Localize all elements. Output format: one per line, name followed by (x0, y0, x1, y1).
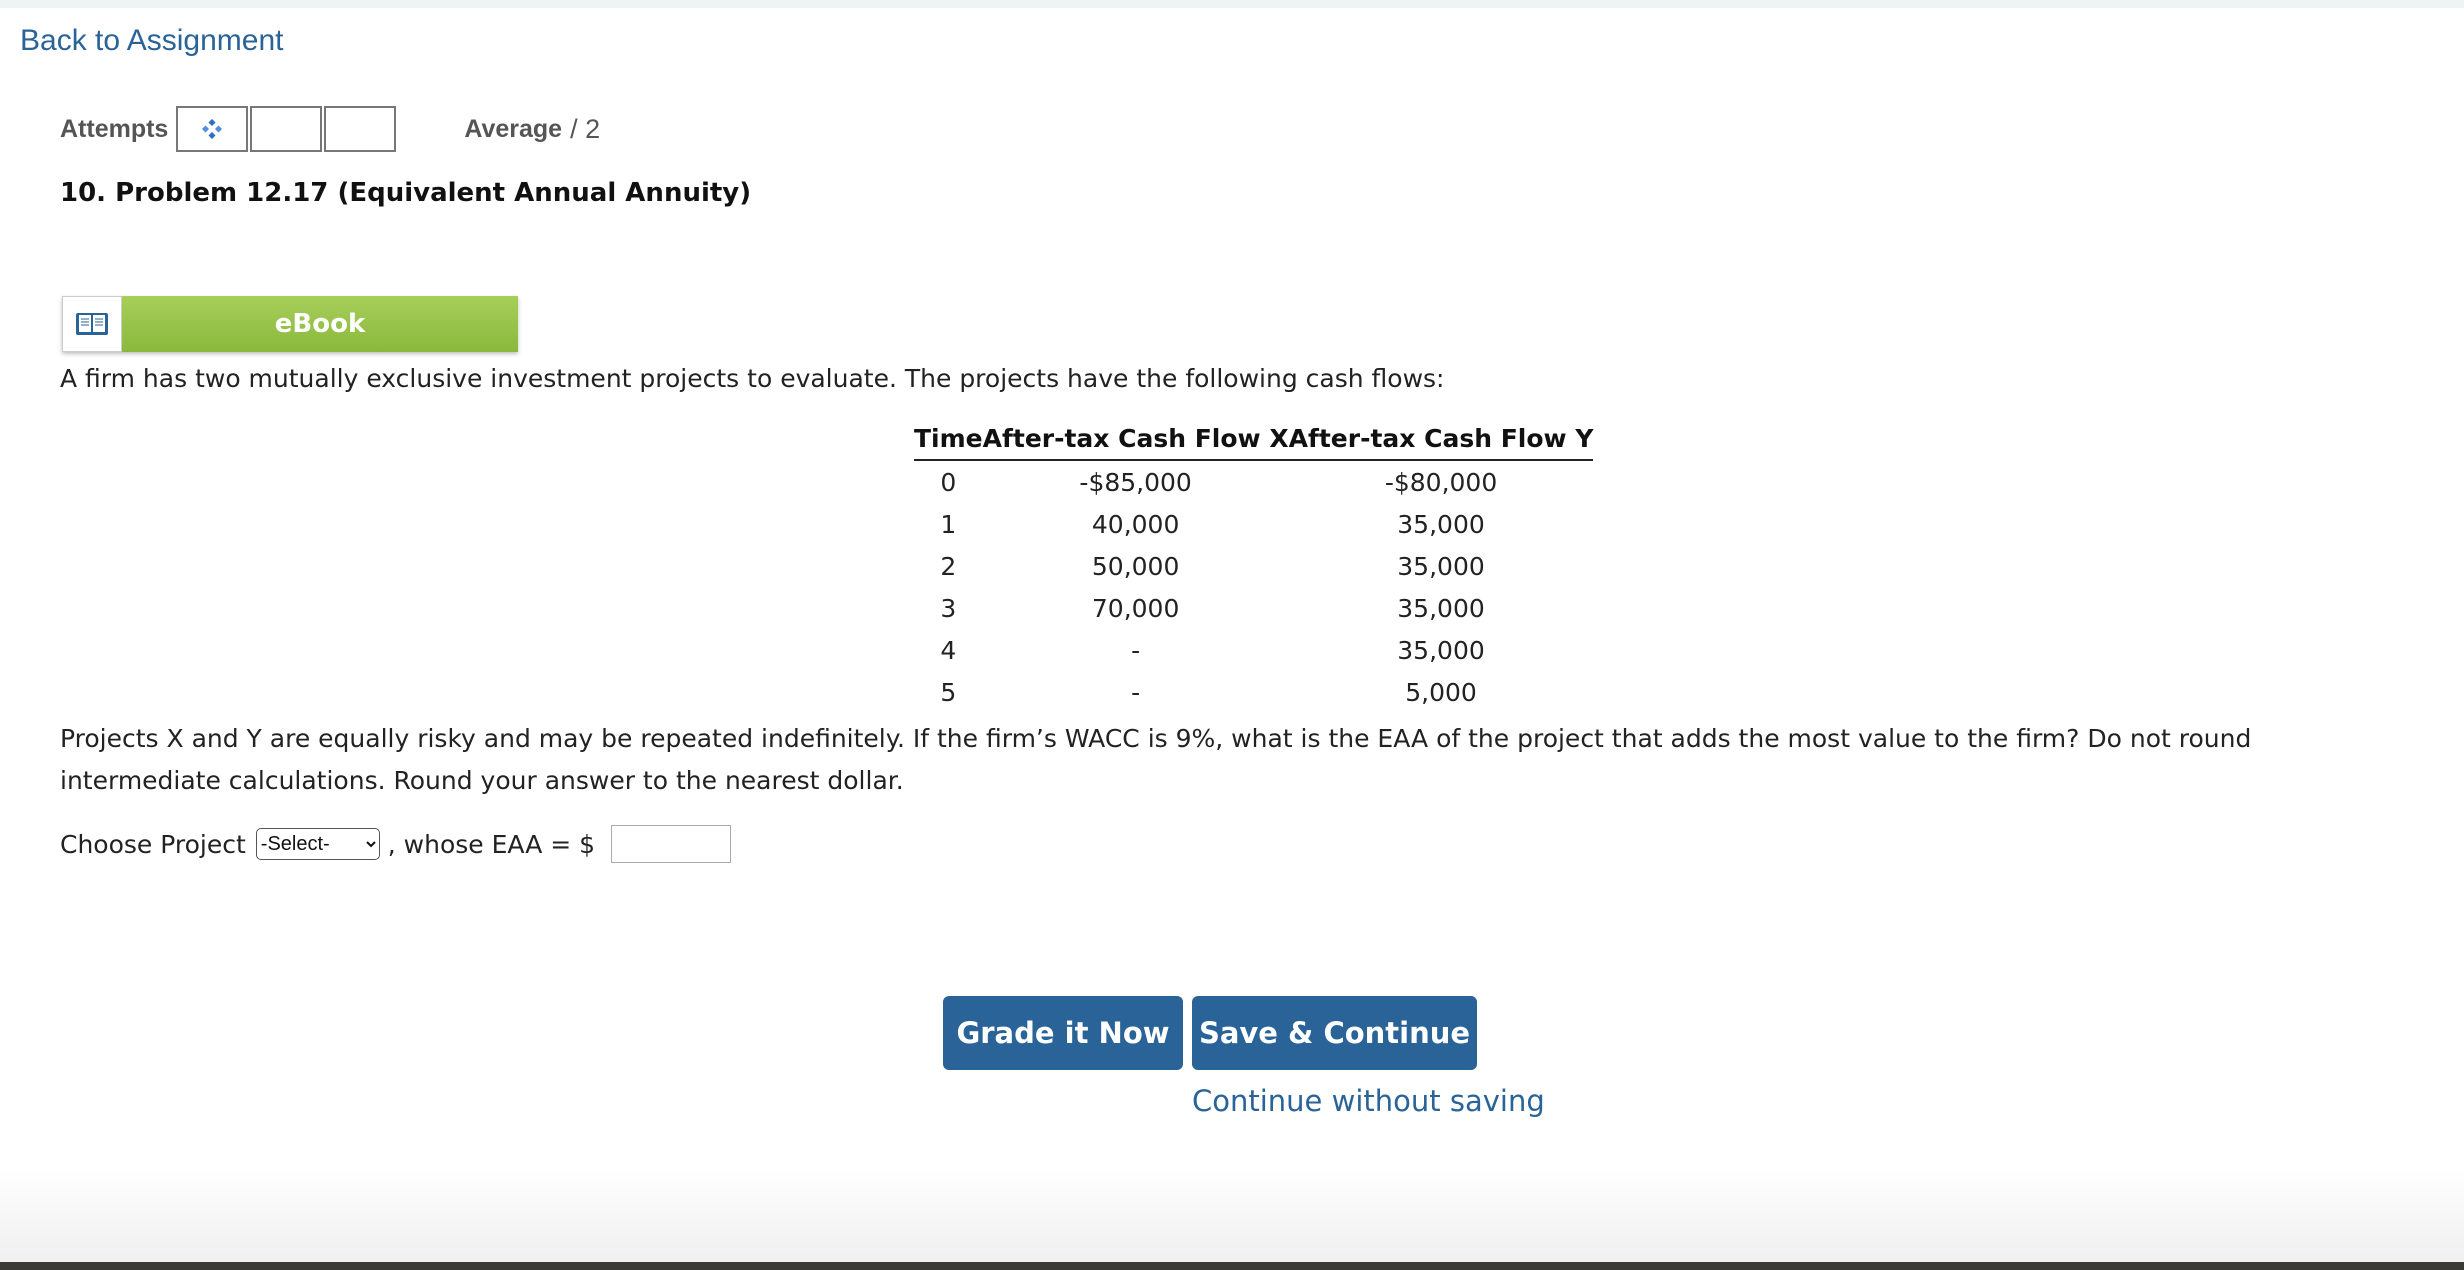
header-cash-flow-x: After-tax Cash Flow X (982, 424, 1289, 461)
attempt-box-3 (324, 106, 397, 152)
cell-time: 5 (940, 677, 957, 707)
table-row: 3 70,000 35,000 (914, 587, 1593, 629)
problem-question: Projects X and Y are equally risky and m… (60, 724, 2252, 795)
answer-row: Choose Project -Select- , whose EAA = $ (60, 822, 732, 866)
cell-cash-flow-x: -$85,000 (1079, 467, 1192, 497)
cell-time: 0 (940, 467, 957, 497)
cell-cash-flow-y: 35,000 (1397, 551, 1485, 581)
cell-time: 1 (940, 509, 957, 539)
cell-time: 3 (940, 593, 957, 623)
attempts-label: Attempts (60, 114, 169, 143)
cell-cash-flow-y: 35,000 (1397, 509, 1485, 539)
bottom-bar (0, 1262, 2464, 1270)
ebook-icon-box (62, 296, 122, 352)
table-row: 0 -$85,000 -$80,000 (914, 460, 1593, 503)
header-cash-flow-y: After-tax Cash Flow Y (1288, 424, 1594, 461)
cell-cash-flow-y: 35,000 (1397, 593, 1485, 623)
cash-flow-table: Time After-tax Cash Flow X After-tax Cas… (914, 424, 1594, 713)
problem-intro: A firm has two mutually exclusive invest… (60, 364, 1445, 393)
cell-time: 2 (940, 551, 957, 581)
table-row: 2 50,000 35,000 (914, 545, 1593, 587)
table-header-row: Time After-tax Cash Flow X After-tax Cas… (914, 424, 1594, 461)
book-icon (76, 313, 108, 335)
eaa-label: , whose EAA = $ (387, 829, 596, 859)
cell-cash-flow-y: 35,000 (1397, 635, 1485, 665)
attempt-box-2 (250, 106, 323, 152)
cell-cash-flow-x: - (1131, 635, 1141, 665)
ebook-label: eBook (122, 296, 518, 352)
bottom-strip (0, 1168, 2464, 1264)
project-select[interactable]: -Select- (255, 828, 380, 860)
table-row: 5 - 5,000 (914, 671, 1593, 713)
ebook-button[interactable]: eBook (62, 296, 518, 352)
grade-it-now-button[interactable]: Grade it Now (943, 996, 1183, 1070)
cell-cash-flow-y: -$80,000 (1384, 467, 1498, 497)
cell-time: 4 (940, 635, 957, 665)
cell-cash-flow-x: 40,000 (1091, 509, 1180, 539)
cell-cash-flow-y: 5,000 (1405, 677, 1477, 707)
table-row: 1 40,000 35,000 (914, 503, 1593, 545)
problem-title: 10. Problem 12.17 (Equivalent Annual Ann… (60, 178, 752, 208)
average-value: / 2 (570, 113, 601, 144)
cell-cash-flow-x: 70,000 (1091, 593, 1180, 623)
top-strip (0, 0, 2464, 8)
eaa-input[interactable] (611, 825, 732, 863)
header-time: Time (914, 424, 983, 461)
choose-project-label: Choose Project (60, 829, 246, 859)
attempts-row: Attempts Average / 2 (60, 104, 600, 154)
attempt-boxes (176, 106, 398, 152)
table-row: 4 - 35,000 (914, 629, 1593, 671)
save-and-continue-button[interactable]: Save & Continue (1192, 996, 1477, 1070)
cell-cash-flow-x: - (1131, 677, 1141, 707)
cell-cash-flow-x: 50,000 (1091, 551, 1180, 581)
attempt-box-1 (176, 106, 249, 152)
continue-without-saving-link[interactable]: Continue without saving (1192, 1084, 1545, 1118)
back-to-assignment-link[interactable]: Back to Assignment (20, 24, 283, 58)
average-label: Average (464, 114, 563, 143)
loading-dots-icon (202, 119, 223, 139)
